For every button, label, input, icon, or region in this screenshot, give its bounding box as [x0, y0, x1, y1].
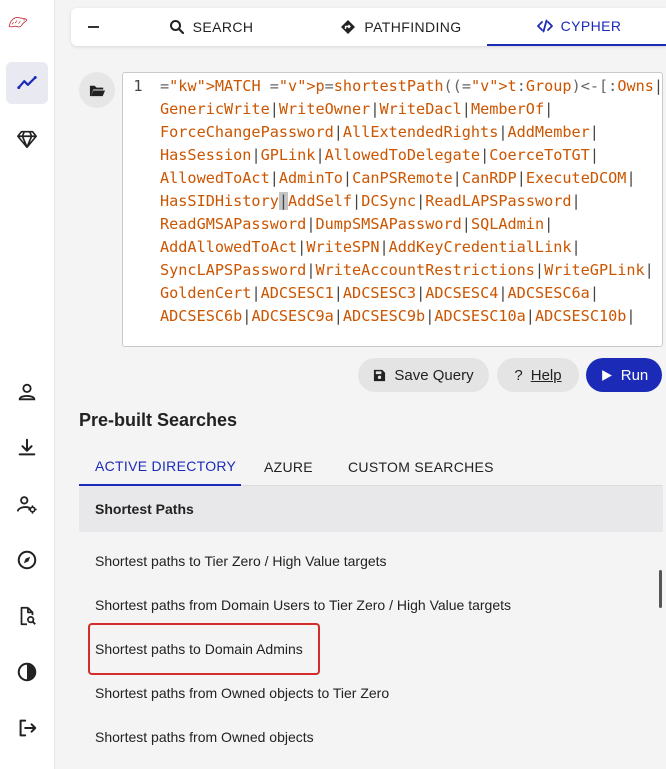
- tab-pathfinding[interactable]: PATHFINDING: [333, 8, 469, 46]
- play-icon: [601, 369, 612, 381]
- download-icon[interactable]: [6, 427, 48, 469]
- tab-azure[interactable]: AZURE: [264, 448, 313, 486]
- tab-cypher-label: CYPHER: [560, 18, 622, 34]
- help-button[interactable]: ? Help: [497, 358, 579, 392]
- list-item[interactable]: Shortest paths from Owned objects to Tie…: [95, 685, 389, 701]
- code-icon: [536, 19, 553, 33]
- save-query-label: Save Query: [394, 366, 474, 384]
- folder-open-icon: [89, 85, 105, 96]
- user-icon[interactable]: [6, 371, 48, 413]
- tab-cypher[interactable]: CYPHER: [487, 8, 666, 46]
- tab-search[interactable]: SEARCH: [147, 8, 275, 46]
- cypher-query-editor[interactable]: 1 ="kw">MATCH ="v">p=shortestPath((="v">…: [122, 72, 663, 347]
- logout-icon[interactable]: [6, 707, 48, 749]
- list-item[interactable]: Shortest paths from Owned objects: [95, 729, 314, 745]
- list-item[interactable]: Shortest paths from Domain Users to Tier…: [95, 597, 511, 613]
- question-mark-icon: ?: [514, 366, 523, 384]
- query-text[interactable]: ="kw">MATCH ="v">p=shortestPath((="v">t:…: [160, 75, 662, 328]
- save-query-button[interactable]: Save Query: [358, 358, 489, 392]
- category-header: Shortest Paths: [79, 486, 663, 532]
- compass-icon[interactable]: [6, 539, 48, 581]
- list-item[interactable]: Shortest paths to Tier Zero / High Value…: [95, 553, 387, 569]
- run-button[interactable]: Run: [586, 358, 662, 392]
- route-diamond-icon: [341, 20, 356, 34]
- collapse-icon[interactable]: [83, 17, 103, 37]
- main-panel: SEARCH PATHFINDING CYPHER 1 ="kw">MATCH …: [55, 0, 666, 769]
- prebuilt-search-list: Shortest Paths Shortest paths to Tier Ze…: [79, 486, 663, 769]
- tab-active-directory[interactable]: ACTIVE DIRECTORY: [79, 448, 241, 486]
- bloodhound-logo[interactable]: [7, 10, 47, 42]
- scrollbar[interactable]: [659, 570, 662, 608]
- explore-icon[interactable]: [6, 62, 48, 104]
- contrast-icon[interactable]: [6, 651, 48, 693]
- search-icon: [169, 20, 184, 35]
- tab-custom-searches[interactable]: CUSTOM SEARCHES: [348, 448, 494, 486]
- run-label: Run: [620, 366, 649, 384]
- help-label: Help: [530, 366, 562, 384]
- search-mode-tabs: SEARCH PATHFINDING CYPHER: [71, 8, 666, 46]
- tab-search-label: SEARCH: [192, 19, 254, 35]
- line-number: 1: [123, 73, 153, 346]
- gem-icon[interactable]: [6, 118, 48, 160]
- tab-pathfinding-label: PATHFINDING: [364, 19, 462, 35]
- prebuilt-tabs: ACTIVE DIRECTORY AZURE CUSTOM SEARCHES: [79, 448, 663, 486]
- prebuilt-searches-title: Pre-built Searches: [79, 410, 238, 430]
- highlight-box: [88, 623, 320, 675]
- save-icon: [374, 369, 386, 381]
- open-saved-queries-button[interactable]: [79, 72, 115, 108]
- file-search-icon[interactable]: [6, 595, 48, 637]
- user-gear-icon[interactable]: [6, 483, 48, 525]
- sidebar: [0, 0, 55, 769]
